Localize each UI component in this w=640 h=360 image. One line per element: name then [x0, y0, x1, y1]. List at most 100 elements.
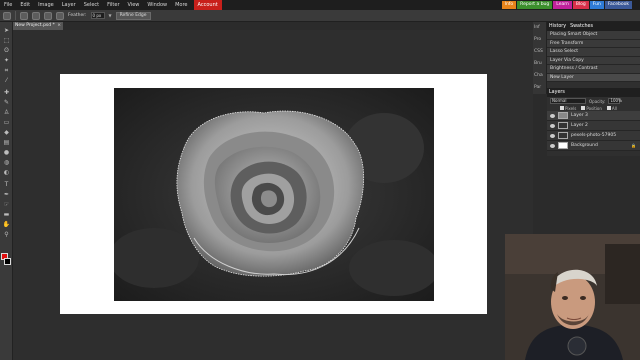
eyedropper-tool-icon[interactable]: ⁄ — [2, 76, 11, 85]
menu-more[interactable]: More — [171, 0, 191, 10]
css-panel-tab[interactable]: CSS — [533, 46, 546, 58]
history-item[interactable]: Lasso Select — [547, 48, 640, 57]
menu-image[interactable]: Image — [34, 0, 58, 10]
magic-wand-tool-icon[interactable]: ✦ — [2, 56, 11, 65]
history-item-current[interactable]: New Layer — [547, 73, 640, 82]
background-color-swatch[interactable] — [4, 258, 11, 265]
layer-row[interactable]: Layer 2 — [547, 121, 640, 131]
menu-window[interactable]: Window — [143, 0, 171, 10]
gradient-tool-icon[interactable]: ▤ — [2, 138, 11, 147]
facebook-link[interactable]: Facebook — [604, 1, 632, 9]
lock-all-label: All — [611, 105, 617, 111]
crop-tool-icon[interactable]: ⌗ — [2, 66, 11, 75]
zoom-tool-icon[interactable]: ⚲ — [2, 230, 11, 239]
report-bug-link[interactable]: Report a bug — [517, 1, 553, 9]
chevron-down-icon[interactable]: ▼ — [109, 13, 112, 18]
healing-tool-icon[interactable]: ✚ — [2, 88, 11, 97]
rose-photo[interactable] — [114, 88, 434, 301]
menu-bar: File Edit Image Layer Select Filter View… — [0, 0, 640, 10]
paragraph-panel-tab[interactable]: Par — [533, 82, 546, 94]
layer-thumbnail — [558, 122, 568, 129]
layer-name: Layer 3 — [571, 113, 588, 118]
lock-all-checkbox[interactable]: All — [606, 105, 617, 111]
account-button[interactable]: Account — [193, 0, 222, 10]
menu-view[interactable]: View — [124, 0, 144, 10]
brush-tool-icon[interactable]: ✎ — [2, 98, 11, 107]
marquee-tool-icon[interactable]: ⬚ — [2, 36, 11, 45]
move-tool-icon[interactable]: ➤ — [2, 26, 11, 35]
info-panel-tab[interactable]: Inf — [533, 22, 546, 34]
options-bar: Feather: 0 px ▼ Refine Edge — [0, 10, 640, 22]
menu-edit[interactable]: Edit — [16, 0, 34, 10]
eye-icon[interactable] — [550, 143, 555, 148]
eye-icon[interactable] — [550, 123, 555, 128]
brush-panel-tab[interactable]: Bru — [533, 58, 546, 70]
dodge-tool-icon[interactable]: ◐ — [2, 168, 11, 177]
intersect-selection-icon[interactable] — [56, 11, 64, 20]
blur-tool-icon[interactable]: ● — [2, 148, 11, 157]
separator — [15, 11, 16, 20]
lasso-tool-icon[interactable]: ʘ — [2, 46, 11, 55]
opacity-input[interactable]: 100% — [608, 98, 622, 104]
shape-tool-icon[interactable]: ▬ — [2, 210, 11, 219]
blend-mode-select[interactable]: Normal — [550, 98, 586, 104]
layer-row[interactable]: pexels-photo-57905 — [547, 131, 640, 141]
history-panel-header: History Swatches — [547, 22, 640, 31]
layer-name: pexels-photo-57905 — [571, 133, 617, 138]
swatches-tab[interactable]: Swatches — [570, 24, 593, 29]
lock-pixels-checkbox[interactable]: Pixels — [560, 106, 576, 111]
menu-select[interactable]: Select — [80, 0, 103, 10]
presenter-graphic — [505, 234, 640, 360]
editor-window: File Edit Image Layer Select Filter View… — [0, 0, 640, 360]
checkbox-icon — [581, 106, 586, 110]
learn-link[interactable]: Learn — [553, 1, 572, 9]
properties-panel-tab[interactable]: Pro — [533, 34, 546, 46]
checkbox-icon — [606, 106, 611, 110]
sponge-tool-icon[interactable]: ◍ — [2, 158, 11, 167]
character-panel-tab[interactable]: Cha — [533, 70, 546, 82]
pen-tool-icon[interactable]: ✒ — [2, 190, 11, 199]
document-tab[interactable]: New Project.psd * × — [13, 22, 63, 30]
history-item[interactable]: Free Transform — [547, 39, 640, 48]
tools-panel: ➤ ⬚ ʘ ✦ ⌗ ⁄ ✚ ✎ ♙ ▭ ◆ ▤ ● ◍ ◐ T ✒ ☞ ▬ ✋ … — [0, 22, 13, 360]
opacity-label: Opacity: — [589, 98, 606, 104]
refine-edge-button[interactable]: Refine Edge — [115, 11, 151, 20]
history-item[interactable]: Brightness / Contrast — [547, 65, 640, 74]
feather-label: Feather: — [68, 13, 87, 18]
text-tool-icon[interactable]: T — [2, 180, 11, 189]
clone-stamp-tool-icon[interactable]: ♙ — [2, 108, 11, 117]
eraser-tool-icon[interactable]: ▭ — [2, 118, 11, 127]
checkbox-icon — [560, 106, 564, 110]
menu-layer[interactable]: Layer — [58, 0, 80, 10]
feather-input[interactable]: 0 px — [90, 12, 105, 19]
lock-icon: 🔒 — [631, 143, 636, 148]
lock-pixels-label: Pixels — [565, 105, 577, 111]
add-selection-icon[interactable] — [32, 11, 40, 20]
blog-link[interactable]: Blog — [572, 1, 589, 9]
bucket-tool-icon[interactable]: ◆ — [2, 128, 11, 137]
layer-thumbnail — [558, 142, 568, 149]
close-icon[interactable]: × — [57, 22, 61, 30]
menu-file[interactable]: File — [0, 0, 16, 10]
history-item[interactable]: Placing Smart Object — [547, 31, 640, 40]
eye-icon[interactable] — [550, 133, 555, 138]
webcam-overlay — [505, 234, 640, 360]
info-link[interactable]: Info — [501, 1, 517, 9]
history-panel: History Swatches Placing Smart Object Fr… — [547, 22, 640, 88]
new-selection-icon[interactable] — [20, 11, 28, 20]
layer-row[interactable]: Layer 3 — [547, 111, 640, 121]
menu-filter[interactable]: Filter — [103, 0, 123, 10]
layers-panel: Layers Normal Opacity: 100% Pixels Posit… — [547, 88, 640, 156]
layer-row[interactable]: Background 🔒 — [547, 141, 640, 151]
lasso-mode-icon[interactable] — [3, 11, 11, 20]
subtract-selection-icon[interactable] — [44, 11, 52, 20]
layer-name: Layer 2 — [571, 123, 588, 128]
history-tab[interactable]: History — [549, 24, 566, 29]
layer-name: Background — [571, 143, 598, 148]
hand-tool-icon[interactable]: ✋ — [2, 220, 11, 229]
smudge-tool-icon[interactable]: ☞ — [2, 200, 11, 209]
lock-position-checkbox[interactable]: Position — [581, 106, 602, 111]
eye-icon[interactable] — [550, 113, 555, 118]
history-item[interactable]: Layer Via Copy — [547, 56, 640, 65]
fun-link[interactable]: Fun — [589, 1, 604, 9]
